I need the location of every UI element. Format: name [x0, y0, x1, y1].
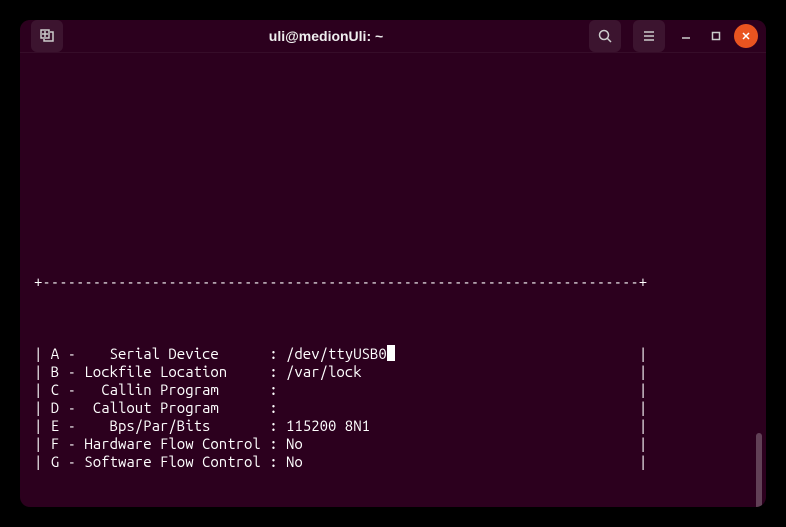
setting-row-b[interactable]: | B - Lockfile Location : /var/lock | [34, 363, 752, 381]
setting-value: 115200 8N1 [278, 417, 370, 435]
setting-value: /dev/ttyUSB0 [278, 345, 387, 363]
text-cursor [387, 345, 395, 361]
setting-row-e[interactable]: | E - Bps/Par/Bits : 115200 8N1 | [34, 417, 752, 435]
maximize-icon [709, 29, 723, 43]
setting-row-g[interactable]: | G - Software Flow Control : No | [34, 453, 752, 471]
titlebar-right [586, 20, 758, 52]
setting-label: | F - Hardware Flow Control : [34, 435, 278, 453]
search-button[interactable] [589, 20, 621, 52]
setting-label: | G - Software Flow Control : [34, 453, 278, 471]
box-top-border: +---------------------------------------… [34, 273, 752, 291]
menu-button[interactable] [633, 20, 665, 52]
box-right-pipe: | [639, 435, 647, 453]
search-icon [597, 28, 613, 44]
box-right-pipe: | [639, 345, 647, 363]
setting-label: | D - Callout Program : [34, 399, 278, 417]
new-tab-icon [39, 28, 55, 44]
setting-value: No [278, 453, 303, 471]
hamburger-icon [641, 28, 657, 44]
minimize-button[interactable] [674, 24, 698, 48]
setting-label: | E - Bps/Par/Bits : [34, 417, 278, 435]
titlebar-left [28, 20, 66, 52]
box-right-pipe: | [639, 417, 647, 435]
close-button[interactable] [734, 24, 758, 48]
window-title: uli@medionUli: ~ [66, 28, 586, 44]
setting-value: /var/lock [278, 363, 362, 381]
box-right-pipe: | [639, 363, 647, 381]
new-tab-button[interactable] [31, 20, 63, 52]
setting-row-c[interactable]: | C - Callin Program : | [34, 381, 752, 399]
blank-line [34, 147, 752, 165]
terminal-window: uli@medionUli: ~ +----------------------… [20, 20, 766, 507]
setting-value: No [278, 435, 303, 453]
setting-label: | C - Callin Program : [34, 381, 278, 399]
setting-label: | A - Serial Device : [34, 345, 278, 363]
setting-row-d[interactable]: | D - Callout Program : | [34, 399, 752, 417]
titlebar: uli@medionUli: ~ [20, 20, 766, 53]
box-right-pipe: | [639, 399, 647, 417]
box-right-pipe: | [639, 453, 647, 471]
box-right-pipe: | [639, 381, 647, 399]
setting-row-f[interactable]: | F - Hardware Flow Control : No | [34, 435, 752, 453]
blank-line [34, 93, 752, 111]
terminal-body[interactable]: +---------------------------------------… [20, 53, 766, 507]
setting-label: | B - Lockfile Location : [34, 363, 278, 381]
minimize-icon [679, 29, 693, 43]
blank-line [34, 201, 752, 219]
setting-row-a[interactable]: | A - Serial Device : /dev/ttyUSB0 | [34, 345, 752, 363]
scrollbar[interactable] [756, 433, 762, 507]
close-icon [739, 29, 753, 43]
maximize-button[interactable] [704, 24, 728, 48]
